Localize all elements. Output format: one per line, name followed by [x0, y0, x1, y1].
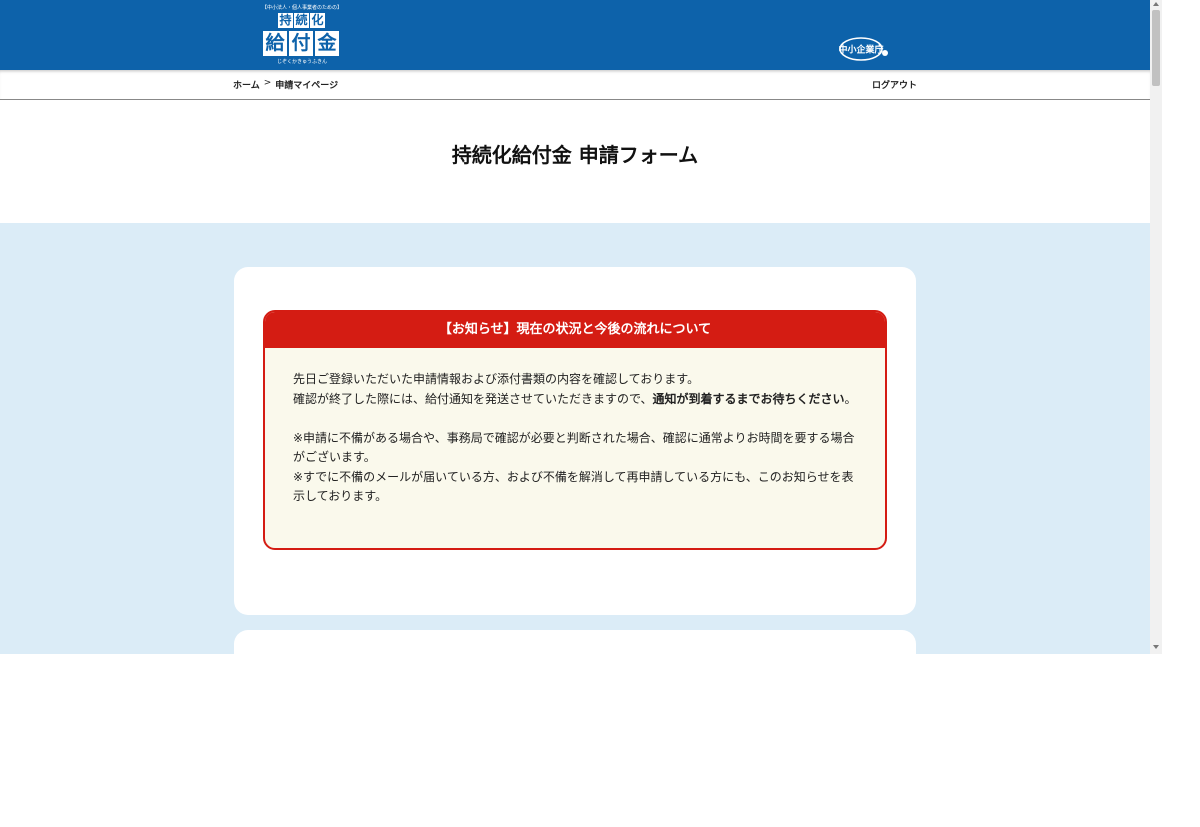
scroll-up-arrow-icon[interactable] — [1153, 2, 1159, 6]
scrollbar-thumb[interactable] — [1152, 10, 1160, 86]
notice-text: 。 — [844, 391, 857, 406]
scroll-down-arrow-icon[interactable] — [1153, 645, 1159, 649]
notice-body: 先日ご登録いただいた申請情報および添付書類の内容を確認しております。 確認が終了… — [265, 348, 885, 507]
agency-logo-text: 中小企業庁 — [838, 44, 883, 56]
logo-char: 金 — [315, 31, 339, 56]
logo-char: 給 — [263, 31, 287, 56]
notice-text: 確認が終了した際には、給付通知を発送させていただきますので、 — [293, 391, 653, 406]
notice-line: 先日ご登録いただいた申請情報および添付書類の内容を確認しております。 — [293, 372, 700, 386]
logo-reading: じぞくかきゅうふきん — [276, 59, 327, 65]
vertical-scrollbar[interactable] — [1150, 0, 1162, 654]
logout-link[interactable]: ログアウト — [872, 78, 917, 91]
logo-tagline: 【中小法人・個人事業者のための】 — [262, 5, 343, 11]
breadcrumb-separator: > — [263, 78, 272, 88]
notice-box: 【お知らせ】現在の状況と今後の流れについて 先日ご登録いただいた申請情報および添… — [263, 310, 887, 550]
main-content-area: 【お知らせ】現在の状況と今後の流れについて 先日ご登録いただいた申請情報および添… — [0, 223, 1150, 654]
logo-char: 付 — [289, 31, 313, 56]
breadcrumb-current: 申請マイページ — [275, 81, 339, 91]
logo-row-bottom: 給 付 金 — [263, 31, 339, 56]
browser-viewport: 【中小法人・個人事業者のための】 持 続 化 給 付 金 じぞくかきゅうふきん … — [0, 0, 1150, 654]
notice-line: 確認が終了した際には、給付通知を発送させていただきますので、通知が到着するまでお… — [293, 390, 857, 410]
logo-char: 化 — [310, 13, 325, 28]
breadcrumb-home-link[interactable]: ホーム — [233, 78, 260, 91]
logo-char: 続 — [294, 13, 309, 28]
site-header: 【中小法人・個人事業者のための】 持 続 化 給 付 金 じぞくかきゅうふきん … — [0, 0, 1150, 70]
notice-note: ※すでに不備のメールが届いている方、および不備を解消して再申請している方にも、こ… — [293, 469, 854, 504]
notice-card: 【お知らせ】現在の状況と今後の流れについて 先日ご登録いただいた申請情報および添… — [234, 267, 916, 615]
notice-note: ※申請に不備がある場合や、事務局で確認が必要と判断された場合、確認に通常よりお時… — [293, 430, 855, 465]
notice-emphasis: 通知が到着するまでお待ちください — [652, 391, 845, 406]
page-title: 持続化給付金 申請フォーム — [451, 143, 699, 167]
navigation-bar: ホーム > 申請マイページ ログアウト — [0, 70, 1150, 100]
breadcrumb: ホーム > 申請マイページ — [233, 78, 338, 91]
logo-row-top: 持 続 化 — [278, 13, 325, 28]
form-card — [234, 630, 916, 654]
notice-heading: 【お知らせ】現在の状況と今後の流れについて — [265, 312, 885, 348]
jizokuka-kyufukin-logo[interactable]: 【中小法人・個人事業者のための】 持 続 化 給 付 金 じぞくかきゅうふきん — [262, 4, 342, 66]
sme-agency-logo: 中小企業庁 — [838, 37, 888, 61]
logo-char: 持 — [278, 13, 293, 28]
